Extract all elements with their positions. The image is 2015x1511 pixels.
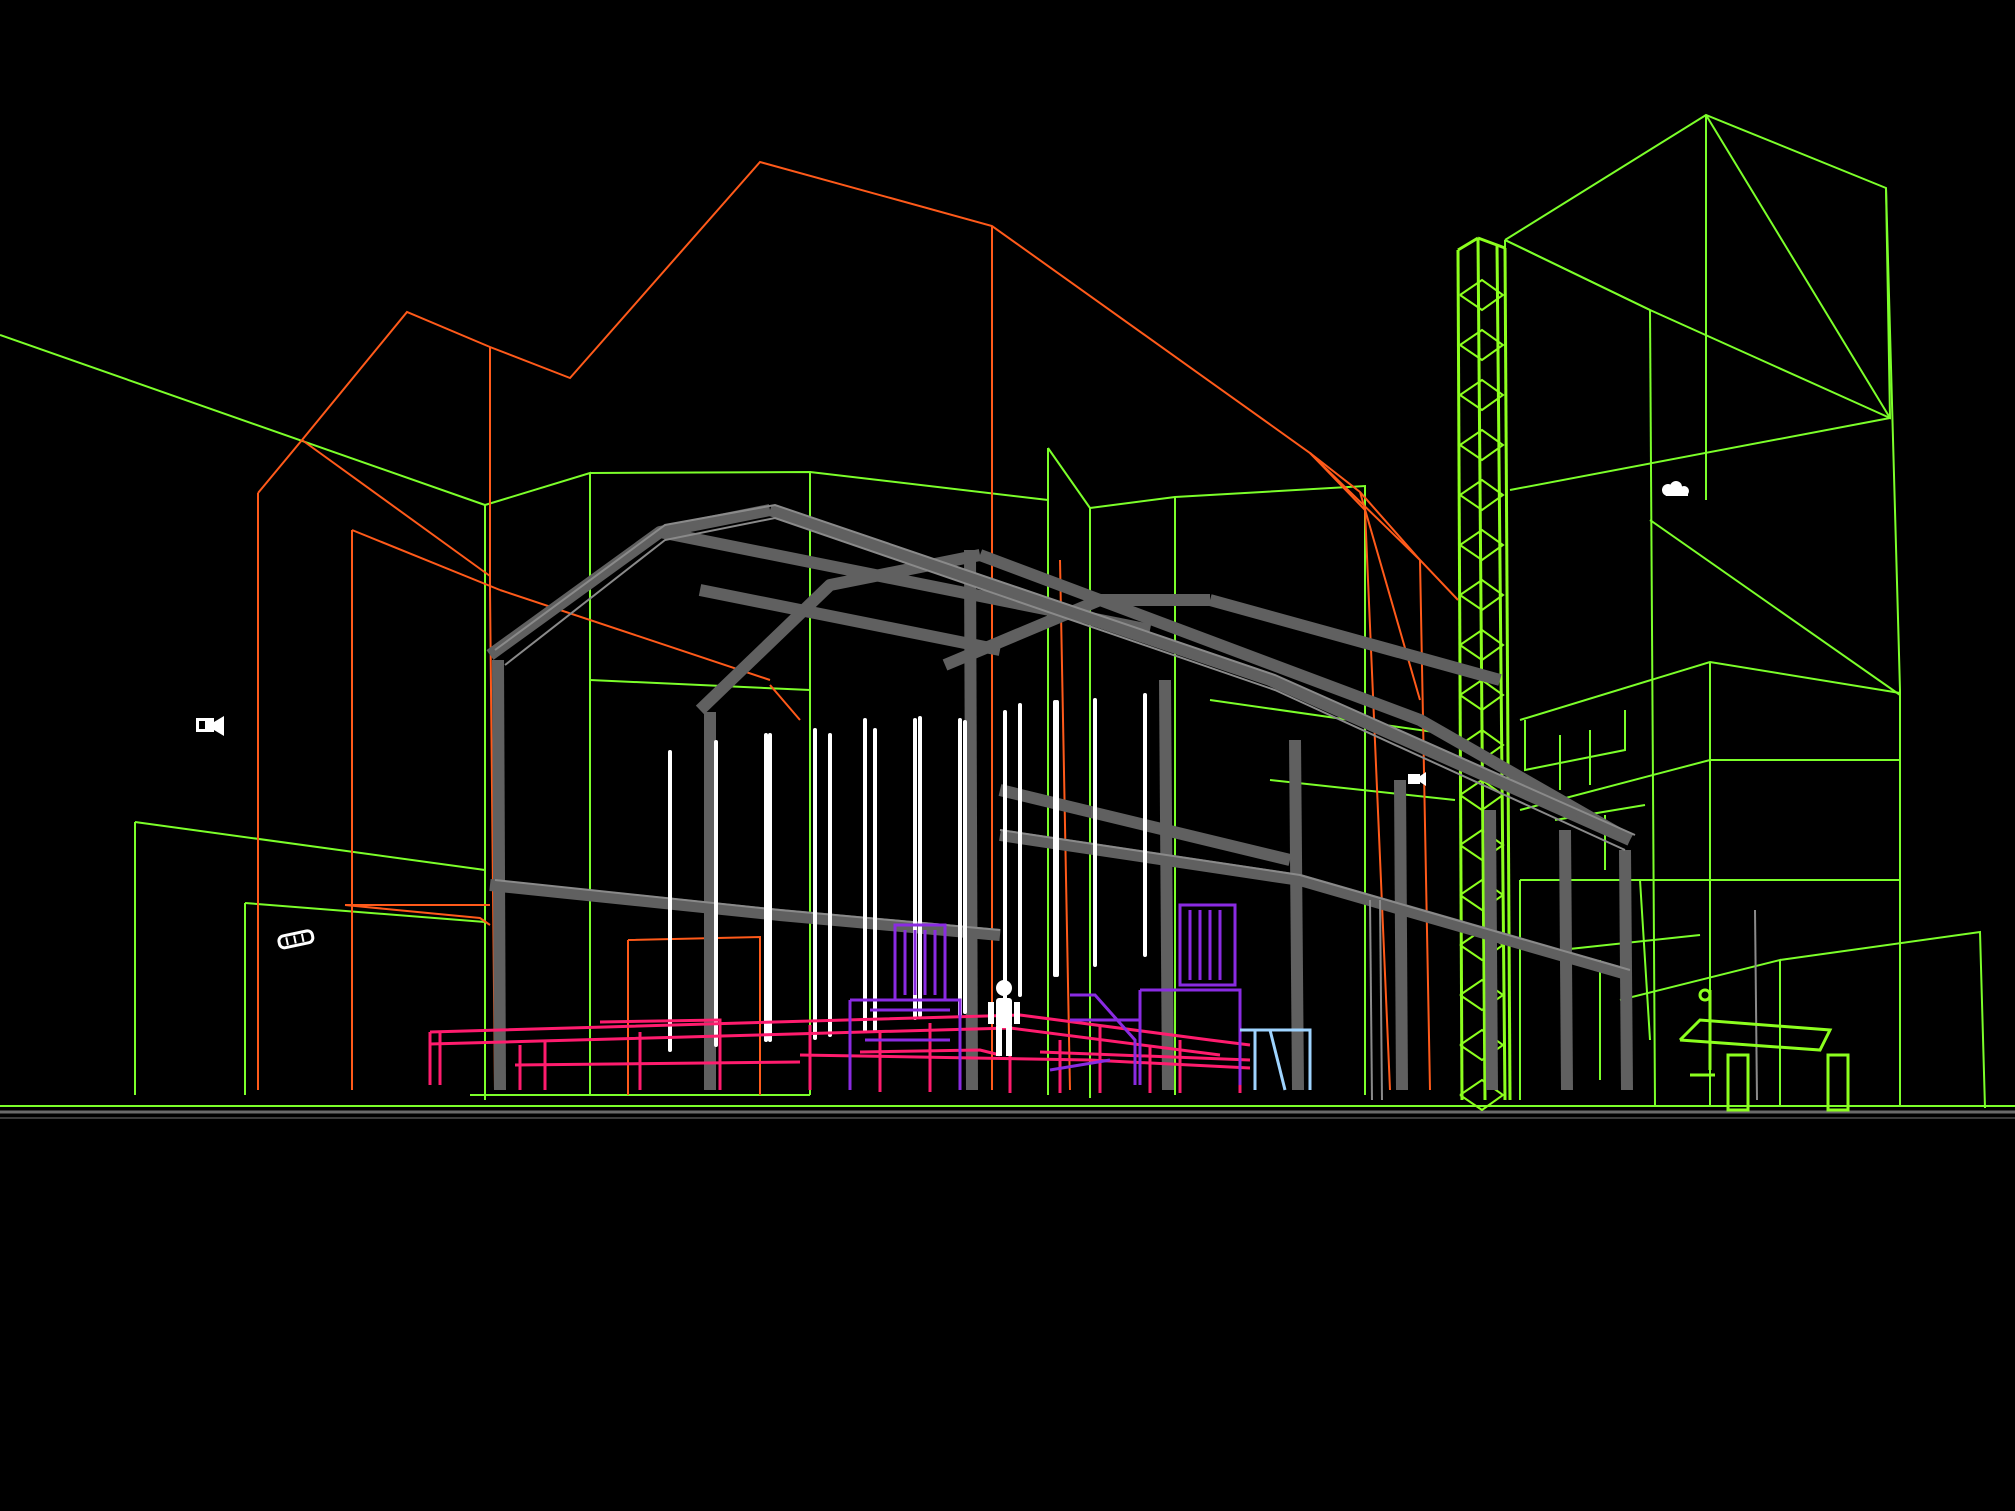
camera-icon[interactable]	[196, 716, 224, 736]
scaffold-rung	[1459, 428, 1505, 462]
roof-outline	[257, 160, 1459, 1095]
scene-canvas[interactable]	[0, 0, 2015, 1511]
building-outline-left	[0, 334, 811, 1100]
ground-plane	[0, 1105, 2015, 1119]
cloud-icon[interactable]	[1662, 481, 1689, 496]
hanging-lights	[668, 693, 1147, 1052]
light-icon[interactable]	[277, 929, 315, 950]
small-camera-icon[interactable]	[1408, 772, 1426, 786]
stage-platforms	[428, 1013, 1251, 1093]
green-prop-table	[1678, 988, 1850, 1112]
scaffold-rung	[1459, 378, 1505, 412]
wireframe-viewport[interactable]	[0, 0, 2015, 1511]
